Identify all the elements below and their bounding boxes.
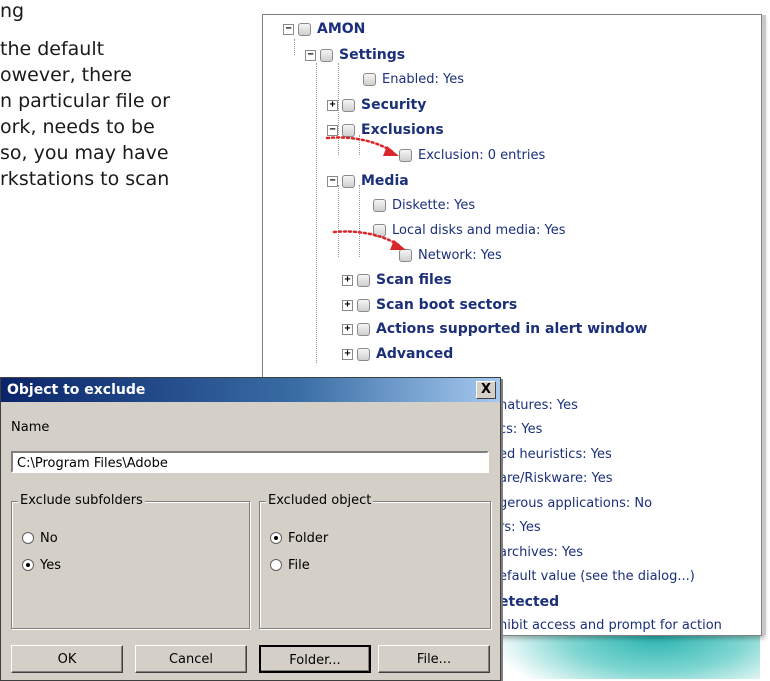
radio-label: File (288, 558, 310, 573)
tree-node-scan-files[interactable]: + Scan files (342, 268, 452, 292)
collapse-icon[interactable]: − (305, 49, 316, 61)
object-to-exclude-dialog: Object to exclude X Name C:\Program File… (0, 377, 501, 681)
excluded-object-group: Excluded object Folder File (259, 493, 491, 629)
tree-node-partial[interactable]: hibit access and prompt for action (499, 614, 722, 638)
tree-node-exclusion-entries[interactable]: Exclusion: 0 entries (399, 144, 545, 168)
radio-label: No (40, 531, 58, 546)
node-icon (357, 273, 370, 287)
node-icon (298, 22, 311, 36)
expand-icon[interactable]: + (342, 348, 353, 360)
tree-node-label: Local disks and media: Yes (392, 223, 566, 238)
cancel-button[interactable]: Cancel (135, 645, 247, 673)
radio-checked-icon (22, 558, 34, 571)
node-icon (357, 298, 370, 312)
radio-icon (270, 558, 282, 571)
node-icon (320, 48, 333, 62)
article-line: so, you may have (0, 142, 169, 164)
close-button[interactable]: X (476, 381, 496, 399)
expand-icon[interactable]: + (327, 99, 338, 111)
node-icon (373, 199, 386, 212)
radio-checked-icon (270, 531, 282, 544)
dialog-titlebar[interactable]: Object to exclude X (1, 378, 500, 402)
tree-node-settings[interactable]: − Settings (305, 43, 405, 67)
collapse-icon[interactable]: − (327, 175, 338, 187)
arrow-icon (332, 230, 406, 250)
radio-label: Folder (288, 531, 329, 546)
name-input[interactable]: C:\Program Files\Adobe (11, 451, 489, 473)
node-icon (342, 98, 355, 112)
tree-node-label: AMON (317, 21, 366, 37)
tree-node-label: Enabled: Yes (382, 72, 465, 87)
article-line: the default (0, 38, 105, 60)
tree-node-partial[interactable]: efault value (see the dialog...) (499, 565, 695, 589)
tree-node-label: Advanced (376, 346, 454, 362)
tree-node-root[interactable]: − AMON (283, 17, 365, 41)
arrow-icon (325, 136, 399, 156)
tree-node-security[interactable]: + Security (327, 93, 426, 117)
dialog-title: Object to exclude (7, 382, 146, 398)
tree-node-actions-alert[interactable]: + Actions supported in alert window (342, 317, 648, 341)
tree-node-partial[interactable]: etected (499, 590, 559, 614)
tree-node-advanced[interactable]: + Advanced (342, 342, 453, 366)
tree-node-label: Settings (339, 47, 406, 63)
name-label: Name (11, 420, 50, 435)
group-title: Exclude subfolders (18, 493, 145, 508)
tree-node-network[interactable]: Network: Yes (399, 244, 502, 268)
radio-object-file[interactable]: File (270, 557, 310, 575)
tree-node-label: Exclusion: 0 entries (418, 148, 546, 163)
expand-icon[interactable]: + (342, 299, 353, 311)
tree-node-partial[interactable]: gerous applications: No (499, 492, 652, 516)
tree-node-scan-boot[interactable]: + Scan boot sectors (342, 293, 517, 317)
tree-node-label: Actions supported in alert window (376, 321, 648, 337)
tree-node-enabled[interactable]: Enabled: Yes (363, 68, 464, 92)
tree-node-label: Security (361, 97, 427, 113)
tree-node-partial[interactable]: natures: Yes (499, 394, 578, 418)
node-icon (363, 73, 376, 86)
ok-button[interactable]: OK (11, 645, 123, 673)
tree-node-label: Scan files (376, 272, 452, 288)
tree-node-partial[interactable]: rs: Yes (499, 516, 541, 540)
radio-subfolders-no[interactable]: No (22, 530, 58, 548)
node-icon (357, 322, 370, 336)
article-line: n particular file or (0, 90, 170, 112)
tree-node-diskette[interactable]: Diskette: Yes (373, 194, 475, 218)
article-line: rkstations to scan (0, 168, 170, 190)
file-button[interactable]: File... (378, 645, 490, 673)
tree-node-label: Scan boot sectors (376, 297, 518, 313)
collapse-icon[interactable]: − (283, 23, 294, 35)
radio-icon (22, 531, 34, 544)
node-icon (342, 174, 355, 188)
group-title: Excluded object (266, 493, 374, 508)
tree-node-label: Media (361, 173, 409, 189)
radio-object-folder[interactable]: Folder (270, 530, 328, 548)
article-line: owever, there (0, 64, 132, 86)
tree-node-label: Network: Yes (418, 248, 502, 263)
tree-node-partial[interactable]: archives: Yes (499, 541, 583, 565)
article-line: ng (0, 0, 25, 22)
folder-button[interactable]: Folder... (259, 645, 371, 673)
radio-subfolders-yes[interactable]: Yes (22, 557, 61, 575)
tree-node-label: Diskette: Yes (392, 198, 476, 213)
node-icon (357, 347, 370, 361)
article-line: ork, needs to be (0, 116, 155, 138)
tree-node-partial[interactable]: ed heuristics: Yes (499, 443, 612, 467)
tree-node-partial[interactable]: are/Riskware: Yes (499, 467, 613, 491)
tree-node-partial[interactable]: cs: Yes (499, 418, 542, 442)
expand-icon[interactable]: + (342, 274, 353, 286)
expand-icon[interactable]: + (342, 323, 353, 335)
tree-node-media[interactable]: − Media (327, 169, 409, 193)
exclude-subfolders-group: Exclude subfolders No Yes (11, 493, 250, 629)
radio-label: Yes (40, 558, 61, 573)
